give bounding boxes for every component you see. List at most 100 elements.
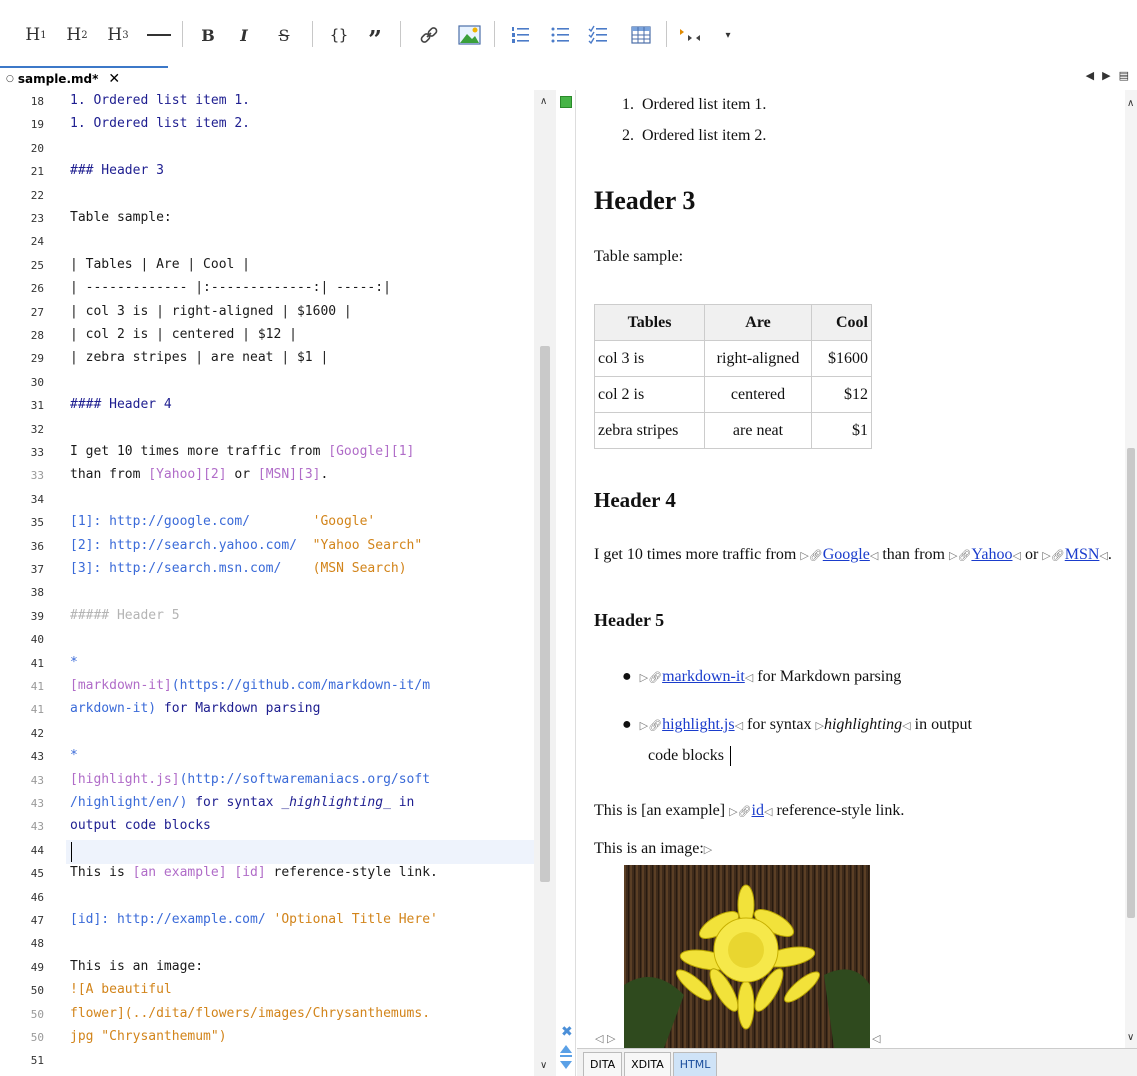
paragraph-text: reference-style link. [772, 802, 905, 819]
code-token: [an example] [132, 865, 227, 881]
blockquote-button[interactable]: ” [362, 20, 388, 54]
example-paragraph: This is [an example] ▷🔗︎id◁ reference-st… [594, 802, 904, 820]
ordered-list-button[interactable] [508, 20, 532, 50]
list-text: code blocks [648, 747, 724, 764]
table-header: Are [704, 304, 812, 341]
preview-scrollbar-thumb[interactable] [1127, 448, 1135, 918]
heading3-label: H [107, 25, 123, 45]
google-link[interactable]: Google [823, 546, 870, 563]
heading1-button[interactable]: H1 [22, 20, 50, 50]
horizontal-rule-icon [147, 34, 171, 36]
code-token: [3]: http://search.msn.com/ [70, 561, 282, 576]
yahoo-link[interactable]: Yahoo [971, 546, 1012, 563]
toolbar-separator [182, 21, 183, 47]
code-line: flower](../dita/flowers/images/Chrysanth… [70, 1006, 430, 1021]
text-caret [71, 842, 72, 862]
insert-image-button[interactable] [456, 20, 484, 50]
line-number: 50 [30, 1007, 44, 1021]
code-token: [id]: http://example.com/ [70, 912, 266, 927]
line-number: 41 [30, 680, 44, 693]
code-token: output code blocks [70, 818, 211, 834]
line-number: 35 [30, 516, 44, 530]
html-preview[interactable]: 1. Ordered list item 1. 2. Ordered list … [577, 90, 1137, 1048]
insert-table-button[interactable] [628, 20, 654, 50]
tag-end-icon: ◁ [902, 719, 911, 732]
line-number: 31 [30, 399, 44, 413]
toolbar-separator [400, 21, 401, 47]
line-number: 44 [30, 843, 44, 857]
tags-dropdown-button[interactable]: ▾ [720, 20, 736, 50]
ordered-list-item: 2. Ordered list item 2. [622, 127, 767, 144]
code-line: [1]: http://google.com/ 'Google' [70, 514, 375, 529]
strikethrough-button[interactable]: S [272, 20, 296, 50]
scroll-up-icon[interactable]: ∧ [540, 96, 547, 107]
link-icon: 🔗︎ [1050, 549, 1065, 562]
tag-start-icon: ▷ [639, 671, 649, 684]
ol-item-text: Ordered list item 1. [642, 96, 767, 113]
task-list-button[interactable] [586, 20, 610, 50]
table-header: Cool [811, 304, 872, 341]
line-number: 33 [30, 446, 44, 459]
sync-scroll-icon[interactable] [559, 1044, 573, 1074]
table-cell: centered [704, 376, 812, 413]
scroll-down-icon[interactable]: ∨ [540, 1060, 547, 1071]
table-cell: $12 [811, 376, 872, 413]
preview-scroll-up-icon[interactable]: ∧ [1127, 98, 1134, 109]
close-sync-icon[interactable]: ✖ [561, 1024, 573, 1040]
msn-link[interactable]: MSN [1065, 546, 1100, 563]
markdown-it-link[interactable]: markdown-it [662, 668, 745, 685]
table-icon [631, 26, 651, 44]
ordered-list-item: 1. Ordered list item 1. [622, 96, 767, 113]
tab-xdita[interactable]: XDITA [624, 1052, 671, 1076]
toolbar-separator [666, 21, 667, 47]
heading1-label: H [25, 25, 41, 45]
tab-dita[interactable]: DITA [583, 1052, 623, 1076]
insert-link-button[interactable] [416, 20, 442, 50]
line-number: 30 [30, 375, 44, 389]
paragraph-text: I get 10 times more traffic from [594, 546, 801, 563]
code-line: | zebra stripes | are neat | $1 | [70, 350, 329, 366]
close-tab-icon[interactable]: ✕ [108, 71, 120, 87]
code-token: than from [70, 467, 149, 483]
tag-end-icon: ◁ [734, 719, 744, 732]
bold-button[interactable]: B [196, 20, 220, 50]
tab-list-icon[interactable]: ▤ [1119, 69, 1129, 82]
heading2-button[interactable]: H2 [63, 20, 91, 50]
tag-start-icon: ▷ [1042, 549, 1051, 562]
tab-html[interactable]: HTML [672, 1052, 718, 1076]
preview-header-4: Header 4 [594, 488, 676, 512]
table-header: Tables [594, 304, 705, 341]
tab-sample-md[interactable]: ○ sample.md* ✕ [0, 66, 168, 90]
unordered-list-button[interactable] [548, 20, 572, 50]
code-token: ##### Header 5 [70, 607, 180, 623]
code-line: * [70, 748, 78, 763]
line-number: 34 [30, 492, 44, 506]
list-text: in output [910, 716, 972, 733]
code-token: #### Header 4 [70, 397, 172, 413]
table-row: zebra stripes are neat $1 [594, 412, 872, 449]
code-area[interactable]: 1. Ordered list item 1. 1. Ordered list i… [70, 90, 534, 1076]
preview-scroll-down-icon[interactable]: ∨ [1127, 1032, 1134, 1043]
italic-button[interactable]: I [232, 20, 256, 50]
next-tab-icon[interactable]: ▶ [1102, 69, 1110, 82]
line-number: 40 [30, 633, 44, 647]
line-number: 33 [30, 469, 44, 483]
tags-display-button[interactable] [676, 20, 710, 50]
table-cell: zebra stripes [594, 412, 705, 449]
image-tag-markers: ◁ ▷ [595, 1032, 616, 1045]
markdown-editor[interactable]: 18 19 20 21 22 23 24 25 26 27 28 29 30 31 32 33 33 34 35 36… [0, 90, 556, 1076]
highlight-js-link[interactable]: highlight.js [662, 716, 734, 733]
tag-start-icon: ▷ [800, 549, 809, 562]
sample-table: Tables Are Cool col 3 is right-aligned $… [594, 304, 872, 449]
ol-item-text: Ordered list item 2. [642, 127, 767, 144]
horizontal-rule-button[interactable] [144, 20, 174, 50]
sync-arrows-icon [560, 1045, 572, 1069]
editor-scrollbar-thumb[interactable] [540, 346, 550, 882]
heading3-button[interactable]: H3 [104, 20, 132, 50]
code-button[interactable]: {} [326, 20, 352, 50]
id-link[interactable]: id [752, 802, 764, 819]
previous-tab-icon[interactable]: ◀ [1086, 69, 1094, 82]
line-number: 48 [30, 937, 44, 951]
